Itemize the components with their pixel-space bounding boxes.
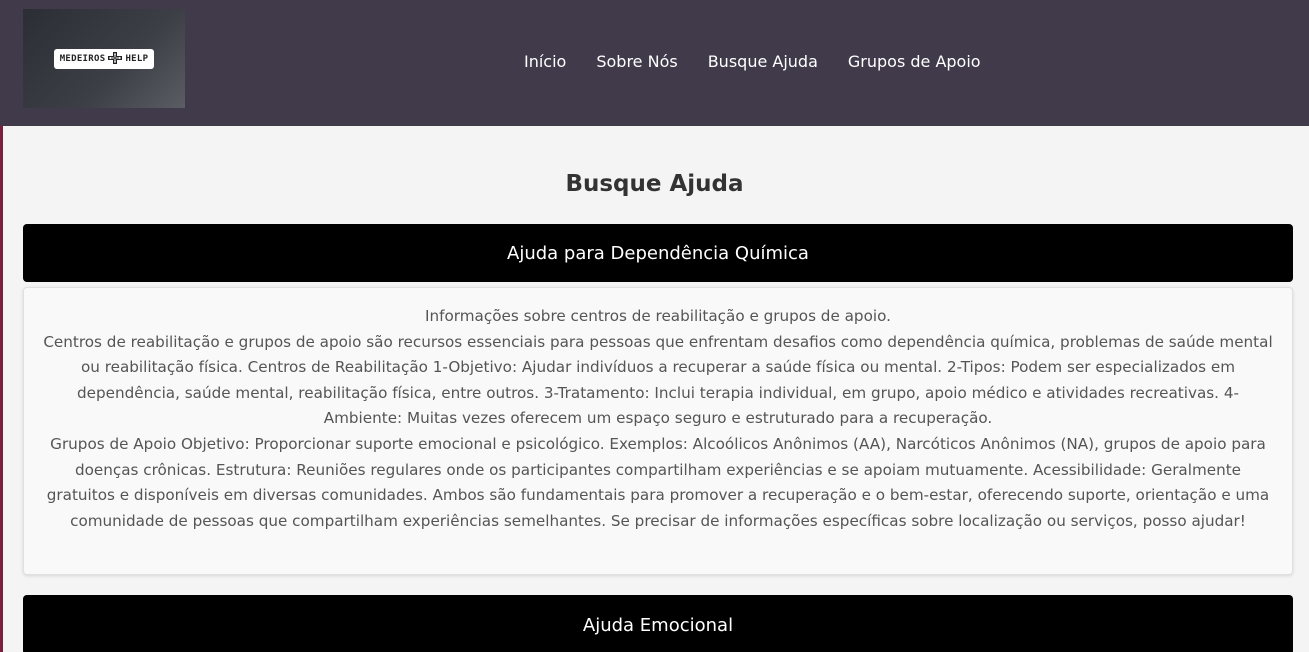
site-logo[interactable]: MEDEIROS HELP	[23, 9, 185, 108]
panel-intro-text: Informações sobre centros de reabilitaçã…	[425, 307, 891, 325]
panel-rehab-text: Centros de reabilitação e grupos de apoi…	[43, 332, 1273, 428]
logo-right-text: HELP	[125, 53, 149, 64]
cross-shield-icon	[108, 51, 123, 66]
nav-item-inicio[interactable]: Início	[514, 51, 566, 73]
nav-item-busque-ajuda[interactable]: Busque Ajuda	[698, 51, 818, 73]
accordion-header-ajuda-emocional[interactable]: Ajuda Emocional	[23, 595, 1293, 652]
site-header: MEDEIROS HELP Início Sobre Nós Busque Aj…	[0, 0, 1309, 126]
nav-item-sobre-nos[interactable]: Sobre Nós	[586, 51, 677, 73]
accordion-panel-dependencia-quimica: Informações sobre centros de reabilitaçã…	[23, 287, 1293, 575]
nav-item-grupos-de-apoio[interactable]: Grupos de Apoio	[838, 51, 981, 73]
accordion-header-dependencia-quimica[interactable]: Ajuda para Dependência Química	[23, 224, 1293, 282]
accordion-title: Ajuda Emocional	[582, 614, 734, 636]
logo-left-text: MEDEIROS	[59, 53, 106, 64]
accordion-title: Ajuda para Dependência Química	[507, 242, 809, 264]
panel-support-groups-text: Grupos de Apoio Objetivo: Proporcionar s…	[46, 434, 1270, 530]
logo-badge: MEDEIROS HELP	[53, 48, 155, 69]
page-title: Busque Ajuda	[565, 171, 744, 197]
main-nav: Início Sobre Nós Busque Ajuda Grupos de …	[514, 51, 981, 73]
